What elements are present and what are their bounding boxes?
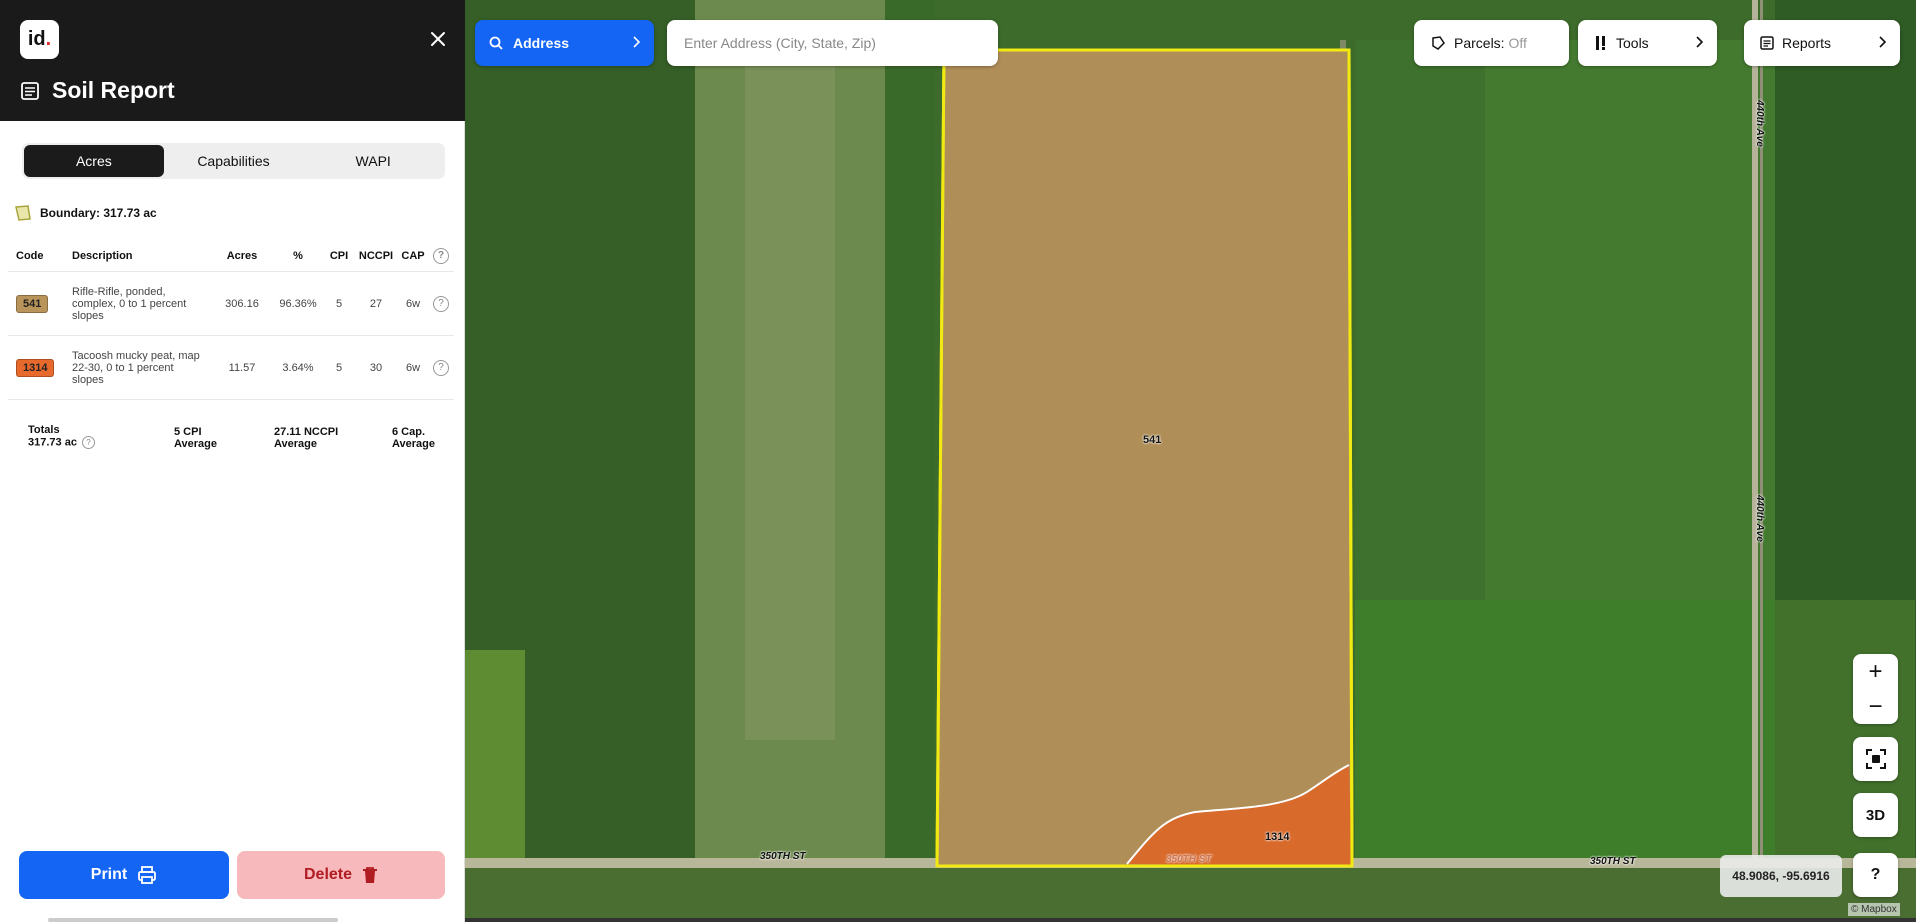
help-button[interactable]: ? — [1853, 853, 1898, 897]
focus-frame-icon — [1865, 749, 1886, 769]
totals-cpi-value: 5 CPI — [174, 426, 202, 438]
report-icon — [21, 82, 39, 100]
soil-description: Tacoosh mucky peat, map 22-30, 0 to 1 pe… — [72, 349, 200, 386]
totals-cpi: 5 CPI Average — [174, 426, 217, 450]
soil-code-badge: 1314 — [16, 358, 55, 377]
soil-code-badge: 541 — [16, 294, 49, 313]
header-description: Description — [72, 249, 133, 262]
zoom-controls: + − — [1853, 654, 1898, 724]
reports-icon — [1760, 36, 1774, 50]
tools-button[interactable]: Tools — [1578, 20, 1717, 66]
soil-table: Code Description Acres % CPI NCCPI CAP ?… — [8, 246, 454, 400]
soil-label-1314: 1314 — [1265, 831, 1290, 843]
boundary-summary: Boundary: 317.73 ac — [14, 204, 157, 222]
fit-bounds-button[interactable] — [1853, 737, 1898, 781]
totals-nccpi-sub: Average — [274, 438, 318, 450]
satellite-map[interactable]: 541 1314 350TH ST 350TH ST 350TH ST 440t… — [465, 0, 1916, 922]
trash-icon — [363, 867, 378, 883]
delete-label: Delete — [303, 866, 353, 883]
parcels-toggle-button[interactable]: Parcels: Off — [1414, 20, 1569, 66]
road-label: 350TH ST — [1166, 854, 1212, 865]
header-percent: % — [293, 249, 303, 262]
toggle-3d-button[interactable]: 3D — [1853, 793, 1898, 837]
panel-header: id. Soil Report — [0, 0, 465, 121]
soil-label-541: 541 — [1143, 434, 1162, 446]
totals-cap-value: 6 Cap. — [392, 426, 426, 438]
header-cap: CAP — [401, 249, 425, 262]
zoom-out-button[interactable]: − — [1853, 689, 1898, 724]
tab-acres[interactable]: Acres — [24, 145, 164, 177]
road-label: 350TH ST — [760, 851, 806, 862]
logo-text: id. — [27, 28, 52, 50]
help-icon[interactable]: ? — [433, 247, 449, 264]
report-tabs: Acres Capabilities WAPI — [22, 143, 445, 179]
chevron-right-icon — [1879, 36, 1887, 48]
totals-row: Totals 317.73 ac? 5 CPI Average 27.11 NC… — [28, 424, 448, 458]
delete-button[interactable]: Delete — [237, 851, 445, 899]
print-label: Print — [90, 866, 128, 883]
totals-cap: 6 Cap. Average — [392, 426, 435, 450]
soil-cap: 6w — [405, 297, 421, 310]
totals-cap-sub: Average — [392, 438, 436, 450]
soil-nccpi: 27 — [369, 297, 383, 310]
soil-report-panel: id. Soil Report Acres Capabilities WAPI … — [0, 0, 465, 922]
tools-label: Tools — [1616, 35, 1649, 51]
reports-label: Reports — [1782, 35, 1832, 51]
table-row[interactable]: 541 Rifle-Rifle, ponded, complex, 0 to 1… — [8, 272, 454, 336]
soil-acres: 306.16 — [225, 297, 259, 310]
soil-description: Rifle-Rifle, ponded, complex, 0 to 1 per… — [72, 285, 187, 322]
help-icon[interactable]: ? — [433, 359, 449, 376]
soil-cap: 6w — [405, 361, 421, 374]
help-icon[interactable]: ? — [433, 295, 449, 312]
totals-acres: 317.73 ac — [28, 436, 77, 449]
zoom-in-button[interactable]: + — [1853, 654, 1898, 689]
totals-nccpi-value: 27.11 NCCPI — [274, 426, 339, 438]
close-icon[interactable] — [424, 27, 452, 51]
header-acres: Acres — [226, 249, 258, 262]
horizontal-scrollbar[interactable] — [48, 918, 338, 922]
tools-icon — [1596, 36, 1605, 50]
header-code: Code — [16, 249, 44, 262]
tab-capabilities[interactable]: Capabilities — [164, 145, 304, 177]
soil-cpi: 5 — [335, 297, 343, 310]
header-cpi: CPI — [329, 249, 349, 262]
boundary-icon — [15, 205, 31, 221]
reports-button[interactable]: Reports — [1744, 20, 1900, 66]
boundary-text: Boundary: 317.73 ac — [40, 206, 157, 220]
panel-title: Soil Report — [52, 77, 175, 103]
road-label: 440th Ave — [1754, 495, 1765, 542]
road-label: 350TH ST — [1590, 856, 1636, 867]
tab-wapi[interactable]: WAPI — [303, 145, 443, 177]
chevron-right-icon — [633, 36, 641, 48]
totals-nccpi: 27.11 NCCPI Average — [274, 426, 338, 450]
totals-cpi-sub: Average — [174, 438, 218, 450]
map-imagery — [465, 0, 1916, 922]
parcels-state: Off — [1508, 35, 1527, 51]
print-button[interactable]: Print — [19, 851, 229, 899]
map-attribution[interactable]: © Mapbox — [1848, 903, 1900, 916]
help-icon[interactable]: ? — [81, 436, 95, 449]
totals-label: Totals — [28, 424, 60, 436]
parcels-label: Parcels: — [1454, 35, 1505, 51]
printer-icon — [138, 866, 157, 884]
totals-block: Totals 317.73 ac? — [28, 424, 95, 449]
app-logo[interactable]: id. — [20, 20, 59, 59]
search-icon — [489, 36, 503, 50]
address-search-button[interactable]: Address — [475, 20, 654, 66]
road-label: 440th Ave — [1754, 100, 1765, 147]
header-nccpi: NCCPI — [358, 249, 394, 262]
address-input[interactable] — [667, 20, 998, 66]
chevron-right-icon — [1696, 36, 1704, 48]
address-label: Address — [513, 35, 570, 51]
soil-cpi: 5 — [335, 361, 343, 374]
soil-percent: 96.36% — [279, 297, 317, 310]
soil-acres: 11.57 — [228, 361, 256, 374]
coordinates-readout: 48.9086, -95.6916 — [1720, 855, 1842, 897]
table-row[interactable]: 1314 Tacoosh mucky peat, map 22-30, 0 to… — [8, 336, 454, 400]
parcel-icon — [1432, 36, 1445, 50]
table-header: Code Description Acres % CPI NCCPI CAP ? — [8, 246, 454, 272]
soil-nccpi: 30 — [369, 361, 383, 374]
soil-percent: 3.64% — [282, 361, 314, 374]
